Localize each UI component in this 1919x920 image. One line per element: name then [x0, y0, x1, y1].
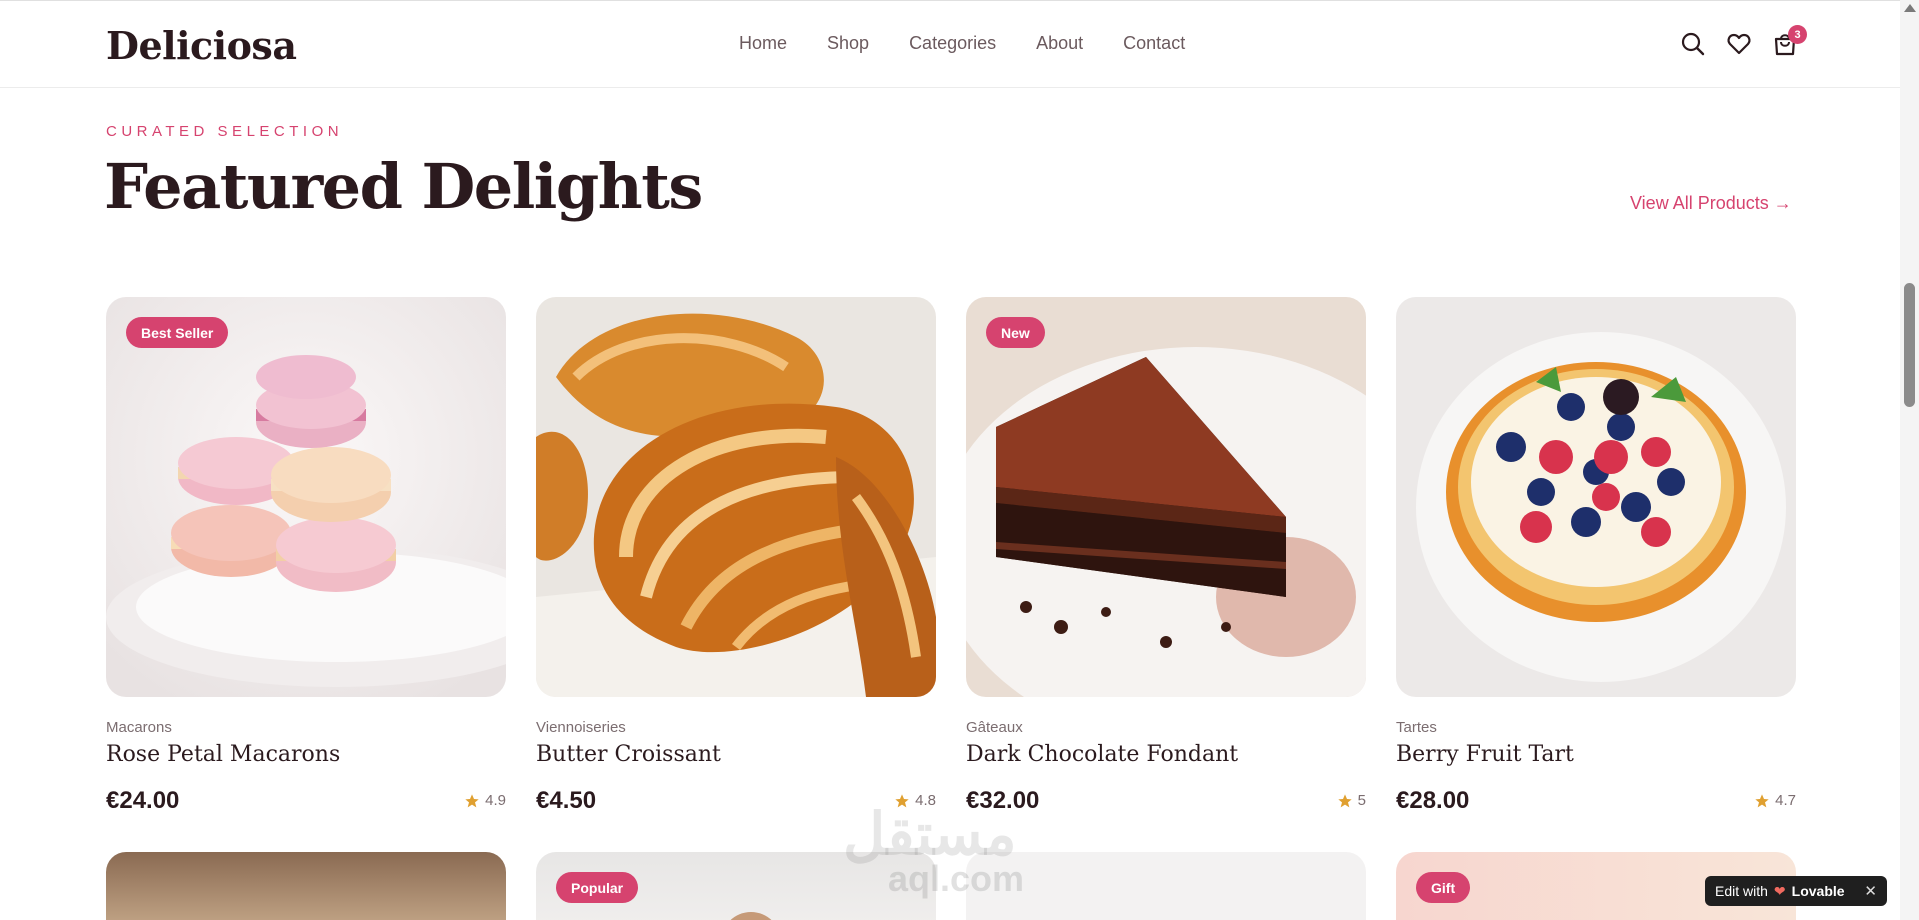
product-name[interactable]: Dark Chocolate Fondant	[966, 742, 1238, 767]
nav-about[interactable]: About	[1036, 33, 1083, 54]
chocolate-cake-image[interactable]: New	[966, 297, 1366, 697]
product-price: €4.50	[536, 787, 597, 814]
product-card[interactable]: Tartes Berry Fruit Tart €28.00 4.7	[1396, 297, 1796, 814]
fruit-tart-image[interactable]	[1396, 297, 1796, 697]
product-price: €28.00	[1396, 787, 1470, 814]
product-rating: 5	[1337, 792, 1366, 809]
product-rating: 4.9	[464, 792, 506, 809]
gift-badge: Gift	[1416, 872, 1471, 903]
section-eyebrow: CURATED SELECTION	[106, 123, 344, 140]
product-name[interactable]: Rose Petal Macarons	[106, 742, 340, 767]
scrollbar-thumb[interactable]	[1904, 283, 1915, 407]
nav-categories[interactable]: Categories	[909, 33, 996, 54]
header-actions: 3	[1680, 25, 1807, 57]
lovable-prefix: Edit with	[1715, 883, 1768, 899]
product-card[interactable]: New Gâteaux Dark Chocolate Fondant €32.0…	[966, 297, 1366, 814]
nav-shop[interactable]: Shop	[827, 33, 869, 54]
heart-icon[interactable]	[1726, 31, 1752, 57]
new-badge: New	[986, 317, 1045, 348]
croissant-image[interactable]	[536, 297, 936, 697]
popular-badge: Popular	[556, 872, 639, 903]
product-category: Gâteaux	[966, 719, 1023, 736]
site-header: Deliciosa Home Shop Categories About Con…	[0, 0, 1900, 88]
nav-contact[interactable]: Contact	[1123, 33, 1185, 54]
lovable-heart-icon: ❤	[1773, 882, 1786, 899]
product-card-image[interactable]	[106, 852, 506, 920]
search-icon[interactable]	[1680, 31, 1706, 57]
best-seller-badge: Best Seller	[126, 317, 229, 348]
product-price: €24.00	[106, 787, 180, 814]
close-icon[interactable]: ✕	[1864, 882, 1877, 900]
product-name[interactable]: Butter Croissant	[536, 742, 721, 767]
product-category: Viennoiseries	[536, 719, 626, 736]
rating-value: 4.9	[485, 792, 506, 809]
product-category: Macarons	[106, 719, 172, 736]
product-rating: 4.7	[1754, 792, 1796, 809]
product-card[interactable]: Viennoiseries Butter Croissant €4.50 4.8	[536, 297, 936, 814]
cart-count-badge: 3	[1788, 25, 1807, 44]
main-nav: Home Shop Categories About Contact	[739, 33, 1185, 54]
view-all-products-link[interactable]: View All Products →	[1630, 193, 1792, 214]
macarons-image[interactable]: Best Seller	[106, 297, 506, 697]
scroll-up-arrow-icon[interactable]	[1904, 4, 1916, 12]
star-icon	[1337, 793, 1352, 807]
rating-value: 5	[1357, 792, 1366, 809]
lovable-brand: Lovable	[1791, 883, 1845, 899]
star-icon	[1755, 793, 1769, 807]
page-scrollbar[interactable]	[1900, 0, 1919, 920]
product-card-image[interactable]	[966, 852, 1366, 920]
product-category: Tartes	[1396, 719, 1437, 736]
nav-home[interactable]: Home	[739, 33, 787, 54]
product-card[interactable]: Best Seller Macarons Rose Petal Macarons…	[106, 297, 506, 814]
brand-logo[interactable]: Deliciosa	[106, 23, 297, 68]
watermark-text: aql.com	[888, 858, 1025, 899]
section-title: Featured Delights	[104, 150, 703, 223]
dessert-glass	[721, 912, 781, 920]
star-icon	[465, 793, 479, 807]
product-name[interactable]: Berry Fruit Tart	[1396, 742, 1574, 767]
edit-with-lovable-pill[interactable]: Edit with ❤ Lovable ✕	[1705, 876, 1887, 906]
shopping-bag-icon[interactable]: 3	[1772, 25, 1807, 57]
rating-value: 4.7	[1775, 792, 1796, 809]
